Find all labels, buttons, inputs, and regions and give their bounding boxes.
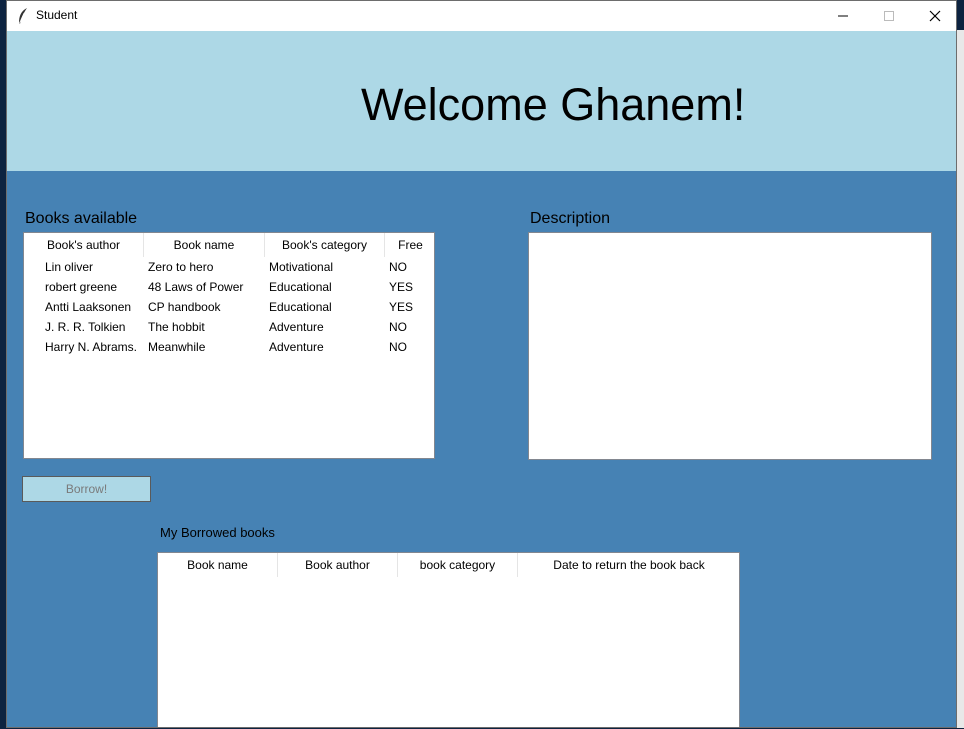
maximize-button[interactable] [866,1,912,31]
books-available-label: Books available [25,210,138,227]
cell-category: Educational [269,300,332,314]
cell-author: Lin oliver [45,260,94,274]
maximize-icon [884,11,894,21]
table-row[interactable]: Lin oliver Zero to hero Motivational NO [24,257,434,277]
cell-book-name: The hobbit [148,320,205,334]
cell-author: robert greene [45,280,118,294]
cell-free: NO [389,260,407,274]
cell-category: Educational [269,280,332,294]
books-available-table[interactable]: Book's author Book name Book's category … [23,232,435,459]
feather-icon [18,8,27,25]
cell-author: Harry N. Abrams. [45,340,138,354]
window-title: Student [36,8,78,22]
column-header-book-name[interactable]: Book name [144,233,265,257]
close-icon [929,10,941,22]
cell-book-name: Meanwhile [148,340,206,354]
student-window: Student Welcome Ghanem! Books available … [6,0,957,728]
table-row[interactable]: Antti Laaksonen CP handbook Educational … [24,297,434,317]
table-row[interactable]: Harry N. Abrams. Meanwhile Adventure NO [24,337,434,357]
column-header-book-author[interactable]: Book author [278,553,398,577]
cell-free: YES [389,280,414,294]
borrowed-books-table[interactable]: Book name Book author book category Date… [157,552,740,727]
cell-free: NO [389,340,407,354]
column-header-book-category[interactable]: book category [398,553,518,577]
description-label: Description [530,210,611,227]
cell-category: Motivational [269,260,334,274]
column-header-category[interactable]: Book's category [265,233,385,257]
close-button[interactable] [912,1,956,31]
cell-category: Adventure [269,340,324,354]
minimize-button[interactable] [820,1,866,31]
column-header-author[interactable]: Book's author [24,233,144,257]
minimize-icon [838,15,848,17]
column-header-free[interactable]: Free [385,233,434,257]
description-textbox[interactable] [528,232,932,460]
background-window [957,30,964,729]
cell-author: J. R. R. Tolkien [45,320,126,334]
cell-category: Adventure [269,320,324,334]
cell-book-name: Zero to hero [148,260,214,274]
cell-book-name: CP handbook [148,300,221,314]
cell-free: NO [389,320,407,334]
column-header-book-name[interactable]: Book name [158,553,278,577]
borrow-button[interactable]: Borrow! [22,476,151,502]
cell-author: Antti Laaksonen [45,300,132,314]
welcome-header: Welcome Ghanem! [7,31,956,171]
table-row[interactable]: robert greene 48 Laws of Power Education… [24,277,434,297]
cell-free: YES [389,300,414,314]
title-bar[interactable]: Student [7,1,956,31]
welcome-text: Welcome Ghanem! [361,79,746,130]
borrowed-books-label: My Borrowed books [160,525,275,540]
cell-book-name: 48 Laws of Power [148,280,244,294]
table-row[interactable]: J. R. R. Tolkien The hobbit Adventure NO [24,317,434,337]
column-header-return-date[interactable]: Date to return the book back [518,553,739,577]
